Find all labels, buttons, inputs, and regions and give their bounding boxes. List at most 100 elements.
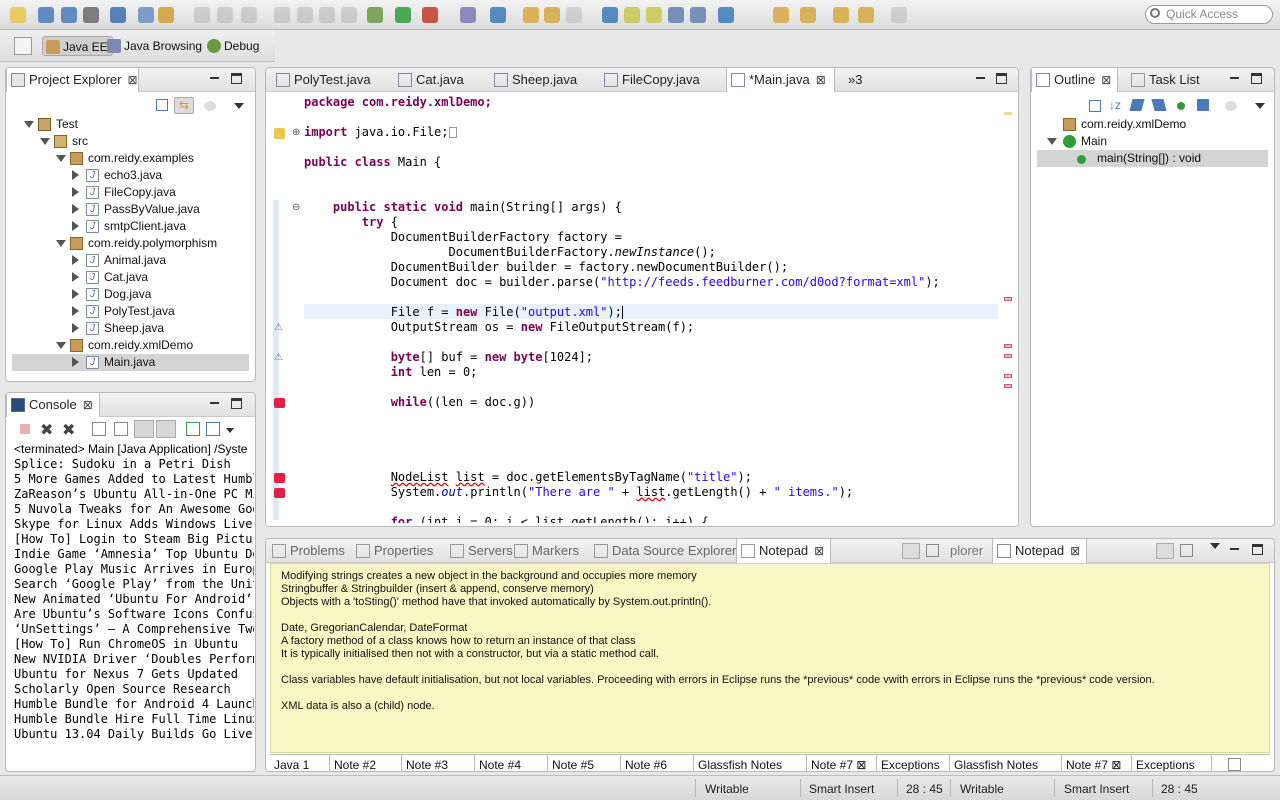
outline-item-method[interactable]: main(String[]) : void xyxy=(1037,150,1268,167)
folded-block-icon[interactable] xyxy=(448,127,457,138)
remove-launch-icon[interactable]: ✖ xyxy=(40,420,53,440)
toolbar-button-icon[interactable] xyxy=(10,7,26,23)
tree-item[interactable]: PolyTest.java xyxy=(12,303,249,320)
link-with-editor-icon[interactable]: ⇆ xyxy=(174,97,194,114)
chevron-right-icon[interactable] xyxy=(72,187,79,197)
toolbar-button-icon[interactable] xyxy=(158,7,174,23)
note-tab[interactable]: Glassfish Notes xyxy=(694,755,807,771)
toolbar-button-icon[interactable] xyxy=(833,7,849,23)
note-tab[interactable]: Note #7 ⊠ xyxy=(807,755,877,771)
maximize-icon[interactable] xyxy=(231,398,242,409)
hide-local-types-icon[interactable] xyxy=(1197,99,1209,111)
collapse-all-icon[interactable] xyxy=(156,99,168,111)
maximize-icon[interactable] xyxy=(1252,544,1263,555)
close-icon[interactable]: ⊠ xyxy=(1108,758,1121,771)
perspective-java-ee[interactable]: Java EE xyxy=(42,36,113,56)
tab-overflow[interactable]: »3 xyxy=(828,68,862,92)
toolbar-button-icon[interactable] xyxy=(110,7,126,23)
overview-marker[interactable] xyxy=(1004,384,1012,388)
toolbar-button-icon[interactable] xyxy=(646,7,662,23)
overview-marker[interactable] xyxy=(1004,354,1012,358)
show-stdout-icon[interactable] xyxy=(134,420,154,438)
toolbar-button-icon[interactable] xyxy=(544,7,560,23)
toolbar-button-icon[interactable] xyxy=(61,7,77,23)
close-icon[interactable]: ⊠ xyxy=(127,73,137,87)
notepad-action-icon[interactable] xyxy=(1156,543,1174,559)
collapse-fold-icon[interactable]: ⊖ xyxy=(292,202,300,213)
chevron-down-icon[interactable] xyxy=(56,342,66,349)
perspective-java-browsing[interactable]: Java Browsing xyxy=(104,36,206,56)
toolbar-button-icon[interactable] xyxy=(800,7,816,23)
view-menu-icon[interactable] xyxy=(204,101,216,111)
tab-cat-java[interactable]: Cat.java xyxy=(394,68,464,92)
notepad-action-icon[interactable] xyxy=(1180,544,1193,557)
toolbar-button-icon[interactable] xyxy=(217,7,233,23)
notepad-action-icon[interactable] xyxy=(902,543,920,559)
tab-notepad[interactable]: Notepad ⊠ xyxy=(736,539,832,563)
tree-item[interactable]: PassByValue.java xyxy=(12,201,249,218)
minimize-icon[interactable] xyxy=(208,398,220,410)
minimize-icon[interactable] xyxy=(1228,73,1240,85)
tab-project-explorer[interactable]: Project Explorer ⊠ xyxy=(6,68,139,92)
tab-explorer[interactable]: plorer xyxy=(946,539,983,563)
tab-outline[interactable]: Outline ⊠ xyxy=(1031,68,1119,92)
notepad-text-area[interactable]: Modifying strings creates a new object i… xyxy=(270,563,1270,753)
pin-console-icon[interactable] xyxy=(186,422,200,436)
tree-item[interactable]: Dog.java xyxy=(12,286,249,303)
toolbar-button-icon[interactable] xyxy=(460,7,476,23)
note-tab[interactable]: Java 1 xyxy=(270,755,330,771)
hide-nonpublic-icon[interactable] xyxy=(1177,102,1185,110)
tree-item[interactable]: echo3.java xyxy=(12,167,249,184)
toolbar-button-icon[interactable] xyxy=(490,7,506,23)
hide-fields-icon[interactable] xyxy=(1129,99,1145,111)
tab-task-list[interactable]: Task List xyxy=(1127,68,1200,92)
chevron-right-icon[interactable] xyxy=(72,289,79,299)
toolbar-button-icon[interactable] xyxy=(422,7,438,23)
collapse-all-icon[interactable] xyxy=(1089,100,1101,112)
toolbar-button-icon[interactable] xyxy=(241,7,257,23)
close-icon[interactable]: ⊠ xyxy=(83,398,93,412)
overview-marker[interactable] xyxy=(1004,374,1012,378)
show-stderr-icon[interactable] xyxy=(156,420,176,438)
tab-sheep-java[interactable]: Sheep.java xyxy=(490,68,577,92)
note-tab[interactable]: Glassfish Notes xyxy=(950,755,1062,771)
tab-console[interactable]: Console ⊠ xyxy=(6,393,100,417)
overview-marker[interactable] xyxy=(1004,297,1012,301)
expand-fold-icon[interactable]: ⊕ xyxy=(292,127,300,138)
close-icon[interactable]: ⊠ xyxy=(814,544,824,558)
tree-item[interactable]: src xyxy=(12,133,249,150)
maximize-icon[interactable] xyxy=(1251,73,1262,84)
toolbar-button-icon[interactable] xyxy=(668,7,684,23)
toolbar-button-icon[interactable] xyxy=(566,7,582,23)
chevron-right-icon[interactable] xyxy=(72,221,79,231)
minimize-icon[interactable] xyxy=(208,73,220,85)
tab-data-source-explorer[interactable]: Data Source Explorer xyxy=(590,539,736,563)
outline-item-package[interactable]: com.reidy.xmlDemo xyxy=(1045,116,1186,133)
scroll-lock-icon[interactable] xyxy=(114,422,128,436)
toolbar-button-icon[interactable] xyxy=(274,7,290,23)
toolbar-button-icon[interactable] xyxy=(341,7,357,23)
chevron-right-icon[interactable] xyxy=(72,170,79,180)
clear-console-icon[interactable] xyxy=(92,422,106,436)
hide-static-icon[interactable] xyxy=(1151,99,1167,111)
chevron-right-icon[interactable] xyxy=(72,357,79,367)
view-menu-icon[interactable] xyxy=(1225,101,1237,111)
close-icon[interactable]: ⊠ xyxy=(1101,73,1111,87)
toolbar-button-icon[interactable] xyxy=(395,7,411,23)
toolbar-button-icon[interactable] xyxy=(297,7,313,23)
chevron-down-icon[interactable] xyxy=(24,121,34,128)
tree-item[interactable]: Sheep.java xyxy=(12,320,249,337)
note-tab[interactable]: Exceptions xyxy=(1132,755,1212,771)
toolbar-button-icon[interactable] xyxy=(319,7,335,23)
toolbar-button-icon[interactable] xyxy=(690,7,706,23)
chevron-right-icon[interactable] xyxy=(72,255,79,265)
maximize-icon[interactable] xyxy=(231,73,242,84)
note-tab[interactable]: Note #6 xyxy=(621,755,694,771)
view-menu-chevron-down-icon[interactable] xyxy=(1210,543,1220,549)
tab-markers[interactable]: Markers xyxy=(510,539,579,563)
tab-filecopy-java[interactable]: FileCopy.java xyxy=(600,68,700,92)
toolbar-button-icon[interactable] xyxy=(773,7,789,23)
toolbar-button-icon[interactable] xyxy=(83,7,99,23)
open-console-icon[interactable] xyxy=(206,422,220,436)
chevron-right-icon[interactable] xyxy=(72,272,79,282)
